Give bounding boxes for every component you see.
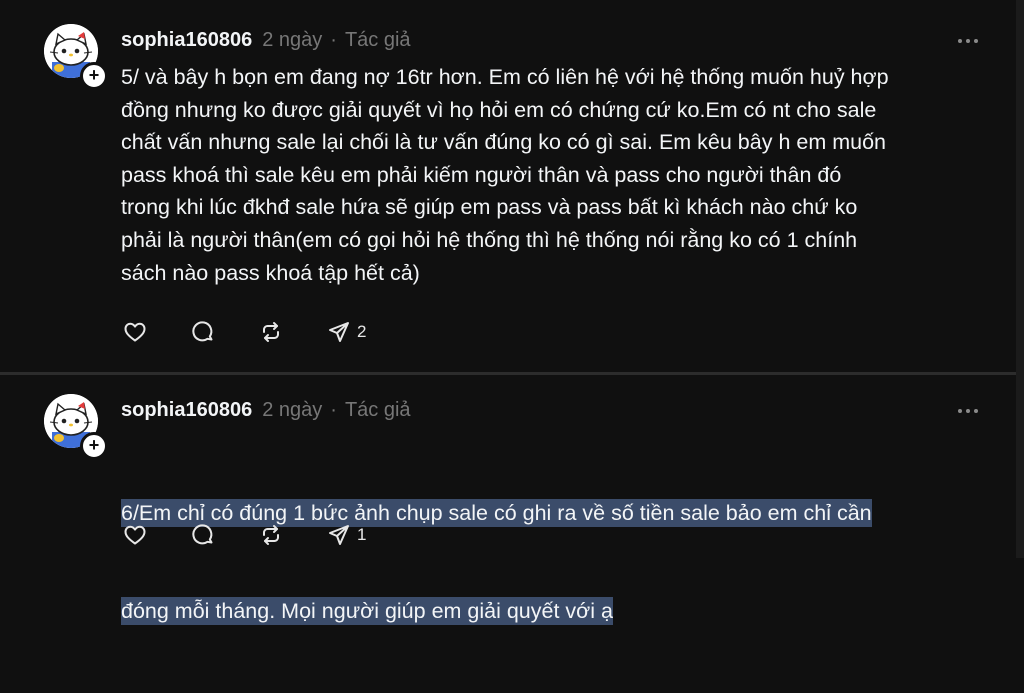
heart-icon <box>124 525 146 545</box>
window-edge <box>1016 0 1024 558</box>
repost-icon <box>263 322 279 342</box>
username[interactable]: sophia160806 <box>121 399 252 422</box>
post-actions: 1 <box>123 520 410 550</box>
like-button[interactable] <box>123 320 147 344</box>
reply-button[interactable] <box>191 523 215 547</box>
post-text: 6/Em chỉ có đúng 1 bức ảnh chụp sale có … <box>121 432 991 693</box>
send-icon <box>329 322 349 342</box>
username[interactable]: sophia160806 <box>121 29 252 52</box>
share-count: 2 <box>357 322 367 341</box>
post-text: 5/ và bây h bọn em đang nợ 16tr hơn. Em … <box>121 65 889 285</box>
avatar-container[interactable]: + <box>44 394 108 460</box>
selected-text-line: đóng mỗi tháng. Mọi người giúp em giải q… <box>121 596 613 625</box>
post-header: sophia160806 2 ngày · Tác giả <box>121 395 411 425</box>
follow-plus-icon[interactable]: + <box>80 432 108 460</box>
share-button[interactable]: 1 <box>327 523 366 547</box>
like-button[interactable] <box>123 523 147 547</box>
author-badge: Tác giả <box>344 398 411 421</box>
reply-button[interactable] <box>191 320 215 344</box>
comment-bubble-icon <box>192 321 213 342</box>
repost-icon <box>263 525 279 545</box>
separator-dot: · <box>330 398 337 421</box>
post-5: + sophia160806 2 ngày · Tác giả 5/ và bâ… <box>0 0 1016 372</box>
separator-dot: · <box>330 28 337 51</box>
post-actions: 2 <box>123 317 410 347</box>
follow-plus-icon[interactable]: + <box>80 62 108 90</box>
send-icon <box>329 525 349 545</box>
author-badge: Tác giả <box>344 28 411 51</box>
share-button[interactable]: 2 <box>327 320 366 344</box>
timestamp[interactable]: 2 ngày <box>262 29 322 52</box>
more-dots-icon[interactable] <box>958 407 978 415</box>
more-dots-icon[interactable] <box>958 37 978 45</box>
repost-button[interactable] <box>259 320 283 344</box>
post-header: sophia160806 2 ngày · Tác giả <box>121 25 411 55</box>
repost-button[interactable] <box>259 523 283 547</box>
comment-bubble-icon <box>192 524 213 545</box>
timestamp[interactable]: 2 ngày <box>262 399 322 422</box>
avatar-container[interactable]: + <box>44 24 108 90</box>
share-count: 1 <box>357 525 367 544</box>
heart-icon <box>124 322 146 342</box>
post-6: + sophia160806 2 ngày · Tác giả 6/Em chỉ… <box>0 375 1016 625</box>
